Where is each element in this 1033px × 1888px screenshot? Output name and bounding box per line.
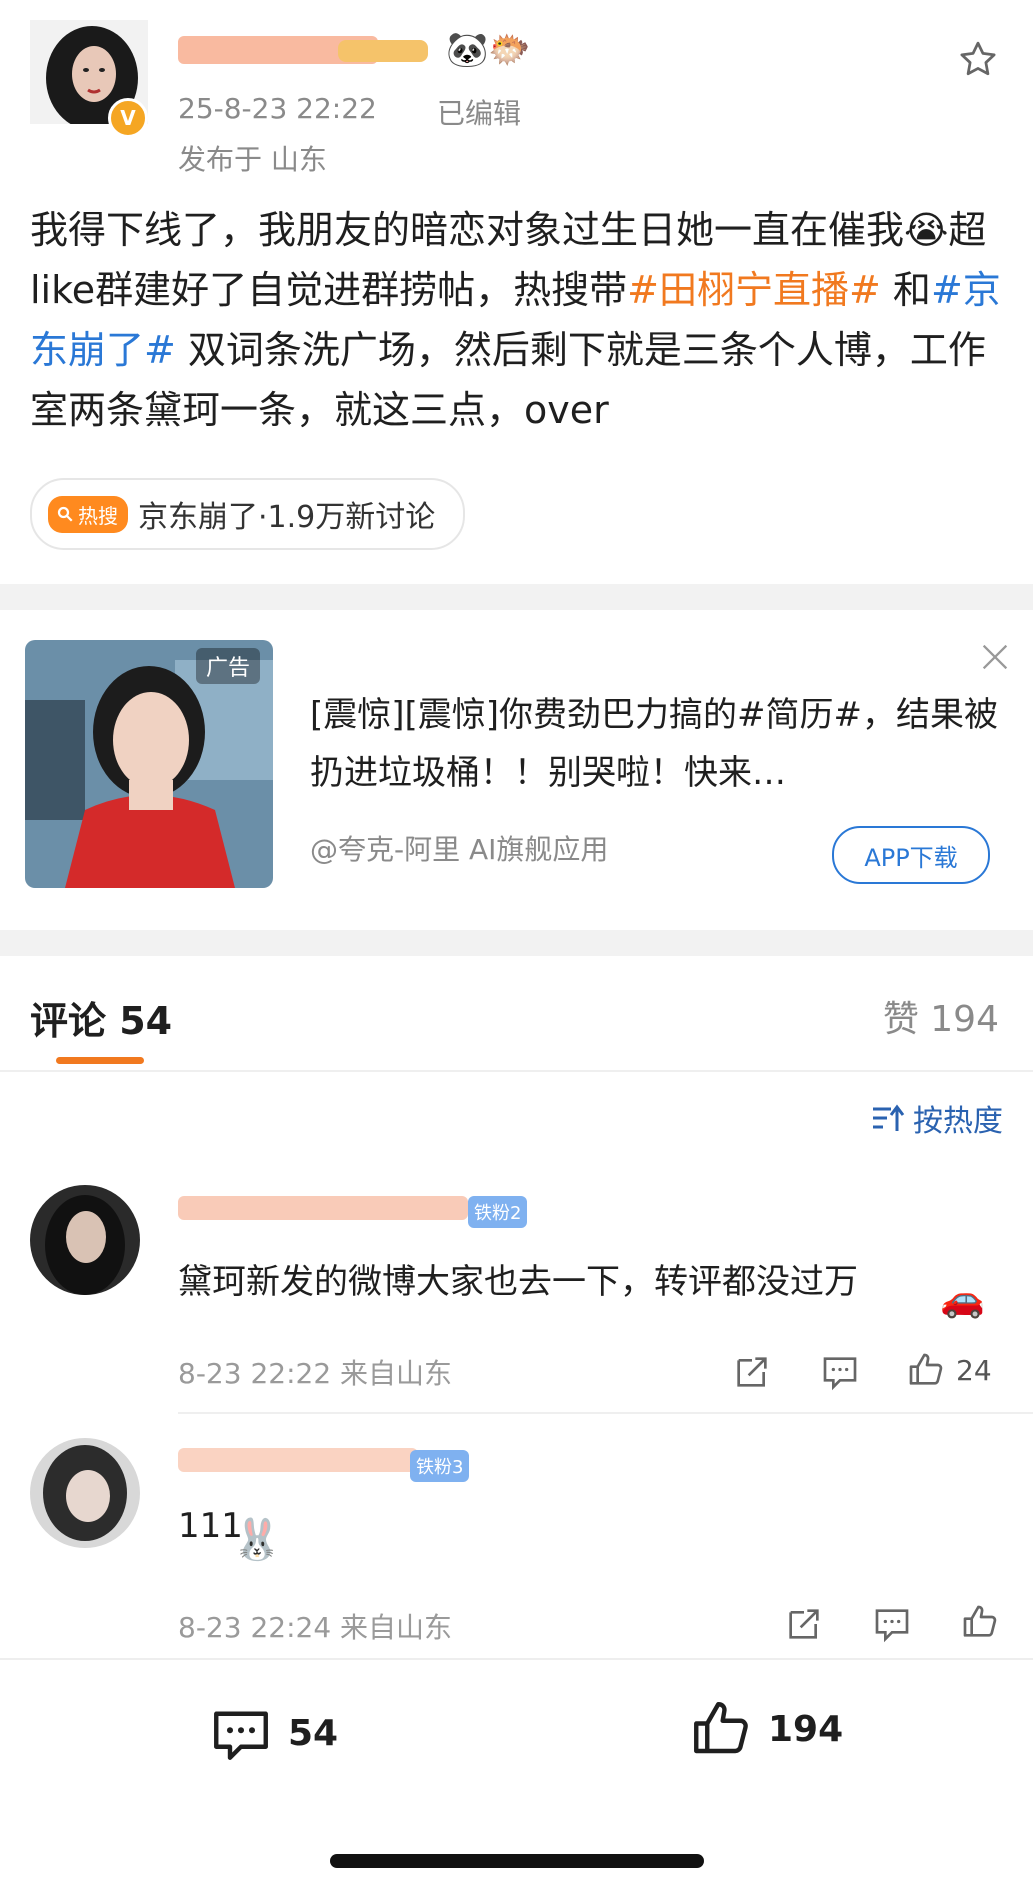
- share-icon[interactable]: [784, 1604, 824, 1644]
- post-location: 发布于 山东: [178, 143, 327, 176]
- comment-time-value: 8-23 22:22: [178, 1357, 332, 1390]
- thumbs-up-icon[interactable]: [960, 1602, 1000, 1642]
- comment-from: 来自山东: [340, 1611, 453, 1644]
- search-icon: [57, 506, 73, 522]
- sort-label: 按热度: [913, 1104, 1003, 1139]
- hot-badge-label: 热搜: [78, 503, 118, 528]
- verified-badge-icon: V: [108, 98, 148, 138]
- like-button[interactable]: 24: [906, 1350, 992, 1390]
- user-badge-icons: 🐼🐡: [446, 30, 531, 70]
- divider: [178, 1412, 1033, 1414]
- hot-search-badge: 热搜: [48, 495, 128, 533]
- tab-comments[interactable]: 评论 54: [30, 990, 172, 1045]
- author-name-redacted[interactable]: [178, 30, 433, 70]
- comment-time: 8-23 22:22 来自山东: [178, 1352, 452, 1392]
- post-text-1: 我得下线了，我朋友的暗恋对象过生日她一直在催我: [30, 208, 905, 252]
- app-download-button[interactable]: APP下载: [832, 826, 990, 884]
- edited-label: 已编辑: [437, 97, 522, 130]
- section-divider: [0, 584, 1033, 610]
- footer-comment-count: 54: [288, 1712, 339, 1754]
- ad-source[interactable]: @夸克-阿里 AI旗舰应用: [310, 828, 608, 868]
- footer-comment-button[interactable]: 54: [208, 1700, 338, 1766]
- active-tab-indicator: [56, 1057, 144, 1064]
- comment-text: 黛珂新发的微博大家也去一下，转评都没过万: [178, 1262, 858, 1302]
- comment-time-value: 8-23 22:24: [178, 1611, 332, 1644]
- post-body: 我得下线了，我朋友的暗恋对象过生日她一直在催我😭超like群建好了自觉进群捞帖，…: [30, 200, 1005, 440]
- footer-like-button[interactable]: 194: [688, 1696, 843, 1762]
- tab-likes[interactable]: 赞 194: [883, 990, 999, 1042]
- reply-icon[interactable]: [872, 1604, 912, 1644]
- share-icon[interactable]: [732, 1352, 772, 1392]
- thumbs-up-icon: [909, 1353, 943, 1385]
- commenter-avatar[interactable]: [30, 1185, 140, 1295]
- post-timestamp: 25-8-23 22:22: [178, 92, 377, 125]
- hot-search-pill[interactable]: 热搜 京东崩了·1.9万新讨论: [30, 478, 466, 550]
- ad-text[interactable]: [震惊][震惊]你费劲巴力搞的#简历#，结果被扔进垃圾桶！！别哭啦！快来…: [310, 686, 1010, 802]
- footer-divider: [0, 1658, 1033, 1660]
- comment-from: 来自山东: [340, 1357, 453, 1390]
- crying-emoji: 😭: [904, 208, 949, 252]
- sticker-icon: 🐰: [232, 1517, 282, 1563]
- divider: [0, 1070, 1033, 1072]
- fan-level-badge: 铁粉3: [410, 1450, 470, 1482]
- close-icon[interactable]: [978, 640, 1012, 674]
- fan-level-badge: 铁粉2: [468, 1196, 528, 1228]
- commenter-avatar[interactable]: [30, 1438, 140, 1548]
- reply-icon[interactable]: [820, 1352, 860, 1392]
- hashtag-link-1[interactable]: #田栩宁直播#: [627, 268, 881, 312]
- sort-button[interactable]: 按热度: [871, 1096, 1003, 1140]
- home-indicator[interactable]: [330, 1854, 704, 1868]
- like-count: 24: [956, 1353, 992, 1387]
- ad-label: 广告: [196, 648, 261, 684]
- commenter-name-redacted[interactable]: [178, 1188, 468, 1228]
- sticker-icon: 🚗: [940, 1279, 985, 1320]
- hot-topic-text: 京东崩了·1.9万新讨论: [138, 500, 436, 535]
- comment-time: 8-23 22:24 来自山东: [178, 1606, 452, 1646]
- comment-icon: [214, 1711, 268, 1760]
- post-text-3: 和: [880, 268, 931, 312]
- sort-icon: [873, 1104, 905, 1131]
- thumbs-up-icon: [694, 1702, 748, 1754]
- footer-like-count: 194: [768, 1708, 844, 1750]
- section-divider: [0, 930, 1033, 956]
- favorite-star-icon[interactable]: [956, 38, 1000, 82]
